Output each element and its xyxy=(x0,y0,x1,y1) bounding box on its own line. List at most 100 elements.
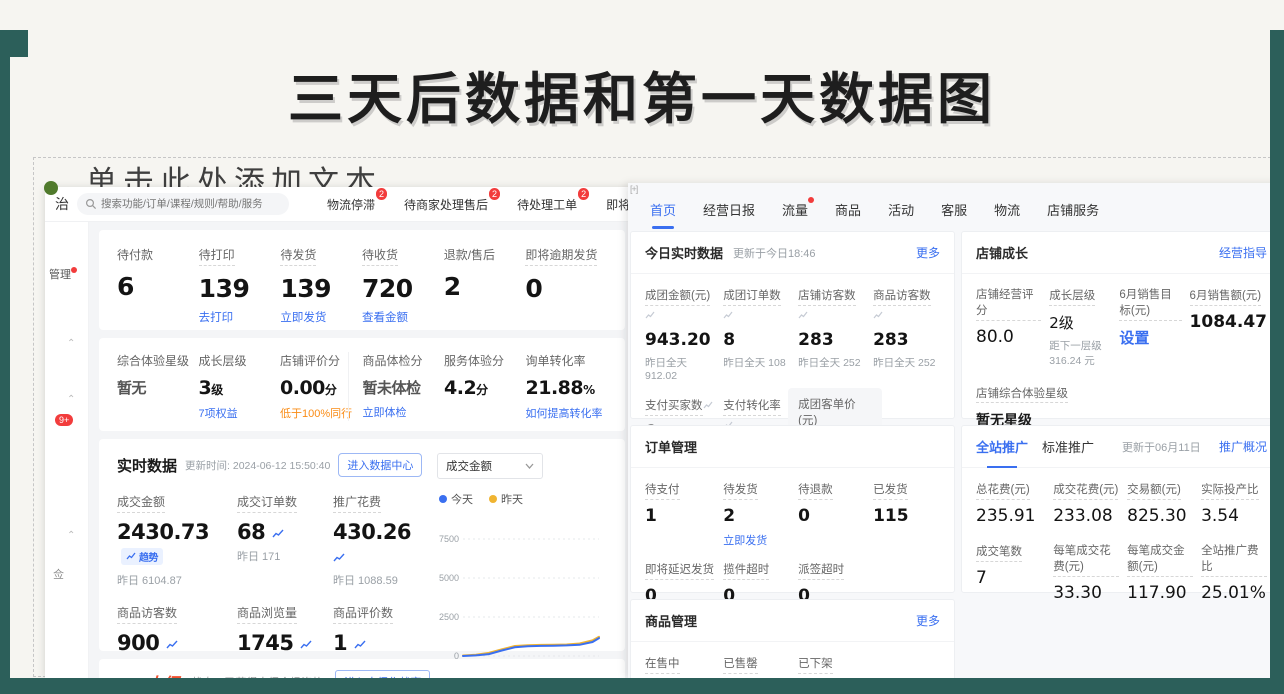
metric-inquiry-conversion: 询单转化率 21.88% 如何提高转化率 xyxy=(526,352,608,421)
metric-gmv: 成交金额 2430.73趋势 昨日 6104.87 xyxy=(117,493,237,588)
go-print-link[interactable]: 去打印 xyxy=(199,309,281,325)
metric-pending-payment: 待付款 6 xyxy=(117,246,199,318)
window-icon: [+] xyxy=(630,184,637,194)
trend-icon[interactable] xyxy=(723,311,733,319)
legend-yesterday[interactable]: 昨天 xyxy=(489,491,523,507)
metric-amount-per-deal: 每笔成交金额(元) 117.90 xyxy=(1127,542,1193,603)
improve-conversion-link[interactable]: 如何提高转化率 xyxy=(526,405,608,421)
chevron-up-icon[interactable]: ⌃ xyxy=(67,338,75,349)
topbar-menu: 物流停滞2 待商家处理售后2 待处理工单2 即将损失流量4 未读站内信68 xyxy=(327,195,635,213)
ship-now-link[interactable]: 立即发货 xyxy=(723,532,790,548)
metric-transaction-amount: 交易额(元) 825.30 xyxy=(1127,480,1193,526)
metric-awaiting-shipment: 待发货 2 立即发货 xyxy=(723,480,790,548)
legend-today[interactable]: 今天 xyxy=(439,491,473,507)
menu-item-logistics-stalled[interactable]: 物流停滞2 xyxy=(327,195,387,213)
trend-icon[interactable] xyxy=(272,529,284,538)
view-amount-link[interactable]: 查看金额 xyxy=(362,309,444,325)
tab-logistics[interactable]: 物流 xyxy=(994,200,1020,219)
chevron-up-icon[interactable]: ⌃ xyxy=(67,530,75,541)
promo-button[interactable]: 进入大促作战室 xyxy=(335,670,430,678)
chart-metric-select[interactable]: 成交金额 xyxy=(437,453,543,479)
trend-icon xyxy=(126,552,136,560)
metric-sold-out: 已售罄 xyxy=(723,654,790,674)
trend-icon[interactable] xyxy=(703,401,713,409)
trend-icon[interactable] xyxy=(798,311,808,319)
shop-rating-card: 综合体验星级 暂无 成长层级 3级 7项权益 店铺评价分 0.00分 低于100… xyxy=(99,338,625,431)
card-title: 今日实时数据 xyxy=(645,243,723,262)
left-sidebar-sliver: 管理 ⌃ ⌃ 9+ ⌃ 佥 xyxy=(45,222,89,678)
trend-icon[interactable] xyxy=(873,311,883,319)
y-tick: 7500 xyxy=(439,534,459,544)
card-title: 订单管理 xyxy=(645,437,697,456)
tab-sitewide-promo[interactable]: 全站推广 xyxy=(976,437,1028,456)
realtime-title: 实时数据 xyxy=(117,455,177,476)
618-promo-card: 618大促 状态：已获得大促会场资格 进入大促作战室 xyxy=(99,659,625,678)
trend-badge[interactable]: 趋势 xyxy=(121,548,163,565)
tab-activities[interactable]: 活动 xyxy=(888,200,914,219)
ship-now-link[interactable]: 立即发货 xyxy=(280,309,362,325)
left-dashboard-topbar: 治 物流停滞2 待商家处理售后2 待处理工单2 即将损失流量4 未读站内信68 … xyxy=(45,187,635,222)
chevron-down-icon xyxy=(525,463,534,469)
checkup-now-link[interactable]: 立即体检 xyxy=(363,404,445,420)
notification-dot xyxy=(808,197,814,203)
metric-deal-spend: 成交花费(元) 233.08 xyxy=(1053,480,1119,526)
todo-summary-card: 待付款 6 待打印 139 去打印 待发货 139 立即发货 待收货 720 查… xyxy=(99,230,625,330)
tab-shop-services[interactable]: 店铺服务 xyxy=(1047,200,1099,219)
promo-overview-link[interactable]: 推广概况 xyxy=(1219,438,1267,455)
metric-experience-star: 综合体验星级 暂无 xyxy=(117,352,199,421)
tab-daily-report[interactable]: 经营日报 xyxy=(703,200,755,219)
tab-traffic[interactable]: 流量 xyxy=(782,200,808,219)
metric-growth-level: 成长层级 2级 距下一层级 316.24 元 xyxy=(1049,286,1111,368)
metric-refund-aftersales: 退款/售后 2 xyxy=(444,246,526,318)
more-link[interactable]: 更多 xyxy=(916,244,940,261)
search-input[interactable] xyxy=(77,193,289,215)
sidebar-item-manage[interactable]: 管理 xyxy=(49,266,77,282)
metric-monthly-sales: 6月销售额(元) 1084.47 xyxy=(1190,286,1267,368)
chevron-up-icon[interactable]: ⌃ xyxy=(67,394,75,405)
badge-count: 2 xyxy=(489,188,500,200)
trend-icon[interactable] xyxy=(354,640,366,649)
menu-item-workorders[interactable]: 待处理工单2 xyxy=(517,195,589,213)
slide-frame-left xyxy=(0,30,10,694)
promo-title: 618大促 xyxy=(117,670,179,679)
sidebar-badge: 9+ xyxy=(55,414,73,426)
metric-product-checkup: 商品体检分 暂未体检 立即体检 xyxy=(348,352,445,421)
set-target-link[interactable]: 设置 xyxy=(1119,327,1181,348)
metric-deal-count: 成交笔数 7 xyxy=(976,542,1045,603)
metric-service-score: 服务体验分 4.2分 xyxy=(444,352,526,421)
tab-home[interactable]: 首页 xyxy=(650,200,676,219)
metric-sales-target: 6月销售目标(元) 设置 xyxy=(1119,286,1181,368)
today-realtime-card: 今日实时数据 更新于今日18:46 更多 成团金额(元) 943.20 昨日全天… xyxy=(630,231,955,419)
trend-icon[interactable] xyxy=(300,640,312,649)
chart-legend: 今天 昨天 xyxy=(439,491,609,507)
legend-dot-today xyxy=(439,495,447,503)
metric-shipped: 已发货 115 xyxy=(873,480,940,548)
shop-growth-card: 店铺成长 经营指导 店铺经营评分 80.0 成长层级 2级 距下一层级 316.… xyxy=(961,231,1282,419)
y-tick: 5000 xyxy=(439,573,459,583)
realtime-chart-panel: 成交金额 今天 昨天 7500 5000 2500 xyxy=(437,453,609,641)
badge-count: 2 xyxy=(376,188,387,200)
operation-guide-link[interactable]: 经营指导 xyxy=(1219,244,1267,261)
card-title: 店铺成长 xyxy=(976,243,1028,262)
realtime-chart-svg: 7500 5000 2500 0 00:00 04:00 08:00 xyxy=(437,509,607,674)
bullet-dot xyxy=(44,181,58,195)
updated-text: 更新于今日18:46 xyxy=(733,245,816,261)
metric-growth-level: 成长层级 3级 7项权益 xyxy=(199,352,281,421)
tab-products[interactable]: 商品 xyxy=(835,200,861,219)
metric-order-count: 成交订单数 68 昨日 171 xyxy=(237,493,333,588)
tab-customer-service[interactable]: 客服 xyxy=(941,200,967,219)
metric-product-visitors: 商品访客数 283 昨日全天 252 xyxy=(873,286,940,382)
menu-item-aftersales[interactable]: 待商家处理售后2 xyxy=(404,195,500,213)
metric-awaiting-payment: 待支付 1 xyxy=(645,480,715,548)
tab-standard-promo[interactable]: 标准推广 xyxy=(1042,437,1094,456)
rights-link[interactable]: 7项权益 xyxy=(199,405,281,421)
search-box[interactable] xyxy=(77,193,289,215)
trend-icon[interactable] xyxy=(333,553,345,562)
slide-frame-corner xyxy=(10,30,28,57)
right-dashboard-screenshot: [+] 首页 经营日报 流量 商品 活动 客服 物流 店铺服务 今日实时数据 更… xyxy=(628,183,1284,678)
enter-data-center-button[interactable]: 进入数据中心 xyxy=(338,453,422,477)
trend-icon[interactable] xyxy=(166,640,178,649)
more-link[interactable]: 更多 xyxy=(916,612,940,629)
trend-icon[interactable] xyxy=(645,311,655,319)
logo-fragment: 治 xyxy=(55,194,69,214)
